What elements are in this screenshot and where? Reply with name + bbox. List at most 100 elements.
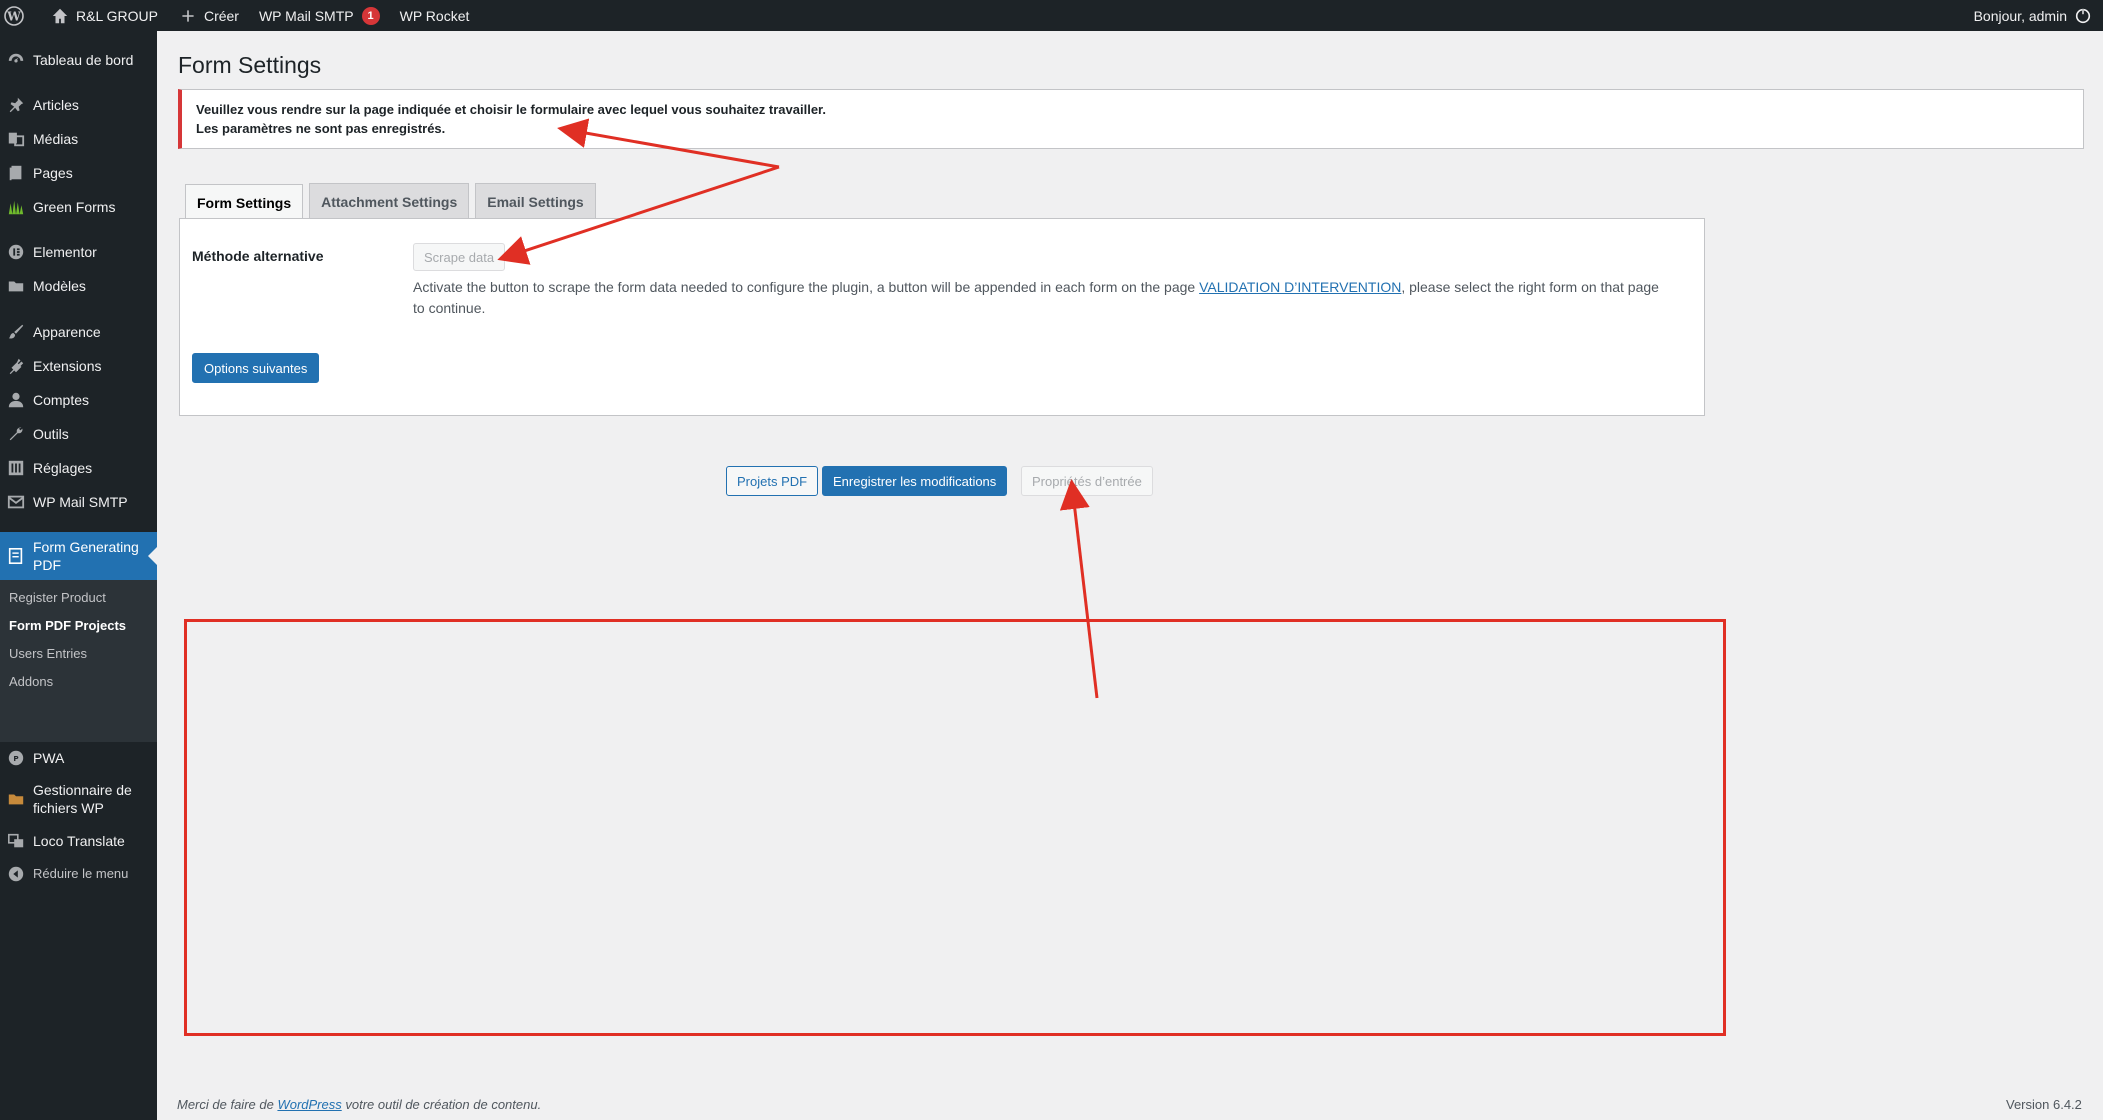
- menu-label: Outils: [33, 426, 69, 442]
- menu-item-elementor[interactable]: Elementor: [0, 237, 157, 267]
- wp-rocket-label: WP Rocket: [399, 7, 470, 24]
- menu-item-file-manager[interactable]: Gestionnaire de fichiers WP: [0, 779, 157, 819]
- footer-text-start: Merci de faire de: [177, 1097, 278, 1112]
- menu-item-medias[interactable]: Médias: [0, 124, 157, 154]
- file-manager-icon: [6, 789, 26, 809]
- notice-line-2: Les paramètres ne sont pas enregistrés.: [196, 121, 446, 136]
- submenu: Register Product Form PDF Projects Users…: [0, 580, 157, 742]
- plus-icon: [178, 6, 198, 26]
- menu-label: Réglages: [33, 460, 93, 476]
- menu-label: PWA: [33, 750, 65, 766]
- menu-item-modeles[interactable]: Modèles: [0, 271, 157, 301]
- greeting: Bonjour, admin: [1973, 7, 2067, 24]
- menu-item-form-generating-pdf[interactable]: Form Generating PDF: [0, 532, 157, 580]
- menu-label-line2: fichiers WP: [33, 800, 104, 816]
- menu-item-extensions[interactable]: Extensions: [0, 351, 157, 381]
- menu-label-line1: Gestionnaire de: [33, 782, 132, 798]
- menu-label: Apparence: [33, 324, 101, 340]
- menu-label-line2: PDF: [33, 557, 61, 573]
- home-icon: [50, 6, 70, 26]
- wp-logo-menu[interactable]: W: [0, 0, 40, 31]
- menu-item-pages[interactable]: Pages: [0, 158, 157, 188]
- wp-mail-smtp-menu[interactable]: WP Mail SMTP 1: [249, 0, 390, 31]
- form-icon: [6, 546, 26, 566]
- elementor-icon: [6, 242, 26, 262]
- submenu-addons[interactable]: Addons: [9, 674, 53, 689]
- admin-bar: W R&L GROUP Créer WP Mail SMTP 1 WP Rock…: [0, 0, 2103, 31]
- menu-item-reglages[interactable]: Réglages: [0, 453, 157, 483]
- scrape-data-button[interactable]: Scrape data: [413, 243, 506, 271]
- save-changes-button[interactable]: Enregistrer les modifications: [822, 466, 1008, 496]
- wp-rocket-menu[interactable]: WP Rocket: [390, 0, 480, 31]
- menu-label: Comptes: [33, 392, 90, 408]
- field-label: Méthode alternative: [192, 248, 324, 264]
- footer-thanks: Merci de faire de WordPress votre outil …: [177, 1097, 541, 1112]
- menu-label: Médias: [33, 131, 79, 147]
- settings-tabs: Form Settings Attachment Settings Email …: [185, 183, 602, 220]
- field-description: Activate the button to scrape the form d…: [413, 277, 1673, 319]
- notice-line-1: Veuillez vous rendre sur la page indiqué…: [196, 102, 827, 117]
- tab-form-settings[interactable]: Form Settings: [185, 184, 304, 220]
- translate-icon: [6, 831, 26, 851]
- menu-label: Tableau de bord: [33, 52, 134, 68]
- notification-badge: 1: [361, 6, 380, 25]
- grass-icon: [6, 197, 26, 217]
- error-notice: Veuillez vous rendre sur la page indiqué…: [178, 89, 2084, 149]
- next-options-button[interactable]: Options suivantes: [192, 353, 320, 383]
- menu-item-loco-translate[interactable]: Loco Translate: [0, 826, 157, 856]
- menu-item-apparence[interactable]: Apparence: [0, 317, 157, 347]
- menu-item-comptes[interactable]: Comptes: [0, 385, 157, 415]
- wp-mail-smtp-label: WP Mail SMTP: [258, 7, 354, 24]
- annotation-empty-area-box: [184, 619, 1726, 1036]
- menu-label: Réduire le menu: [33, 866, 129, 881]
- menu-label: Extensions: [33, 358, 102, 374]
- submenu-form-pdf-projects[interactable]: Form PDF Projects: [9, 618, 126, 633]
- menu-label: Gestionnaire de fichiers WP: [33, 781, 132, 817]
- tab-attachment-settings[interactable]: Attachment Settings: [309, 183, 470, 219]
- description-text-start: Activate the button to scrape the form d…: [413, 279, 1200, 295]
- folder-icon: [6, 276, 26, 296]
- svg-text:P: P: [13, 754, 18, 763]
- menu-item-outils[interactable]: Outils: [0, 419, 157, 449]
- menu-label: WP Mail SMTP: [33, 494, 128, 510]
- wordpress-link[interactable]: WordPress: [277, 1097, 341, 1112]
- menu-item-green-forms[interactable]: Green Forms: [0, 192, 157, 222]
- admin-sidebar: Tableau de bord Articles Médias Pages Gr…: [0, 31, 157, 1120]
- site-name-menu[interactable]: R&L GROUP: [40, 0, 168, 31]
- pwa-icon: P: [6, 748, 26, 768]
- pdf-projects-button[interactable]: Projets PDF: [726, 466, 819, 496]
- menu-label: Articles: [33, 97, 79, 113]
- menu-item-articles[interactable]: Articles: [0, 90, 157, 120]
- menu-label: Elementor: [33, 244, 97, 260]
- menu-item-pwa[interactable]: P PWA: [0, 743, 157, 773]
- menu-label: Pages: [33, 165, 73, 181]
- page-icon: [6, 163, 26, 183]
- media-icon: [6, 129, 26, 149]
- site-name: R&L GROUP: [76, 7, 158, 24]
- menu-label: Green Forms: [33, 199, 116, 215]
- page-title: Form Settings: [178, 52, 322, 78]
- footer-version: Version 6.4.2: [2006, 1097, 2082, 1112]
- avatar-icon: [2073, 6, 2093, 26]
- collapse-menu-button[interactable]: Réduire le menu: [0, 859, 157, 889]
- settings-icon: [6, 458, 26, 478]
- pin-icon: [6, 95, 26, 115]
- wordpress-logo-icon: W: [4, 5, 24, 26]
- mail-icon: [6, 492, 26, 512]
- new-content-menu[interactable]: Créer: [168, 0, 249, 31]
- settings-panel: Méthode alternative Scrape data Activate…: [179, 218, 1705, 416]
- entry-properties-button[interactable]: Propriétés d’entrée: [1021, 466, 1153, 496]
- menu-item-dashboard[interactable]: Tableau de bord: [0, 45, 157, 75]
- account-menu[interactable]: Bonjour, admin: [1964, 0, 2103, 31]
- collapse-icon: [6, 864, 26, 884]
- footer-text-end: votre outil de création de contenu.: [341, 1097, 542, 1112]
- submenu-users-entries[interactable]: Users Entries: [9, 646, 87, 661]
- menu-item-wp-mail-smtp[interactable]: WP Mail SMTP: [0, 487, 157, 517]
- wrench-icon: [6, 424, 26, 444]
- dashboard-icon: [6, 50, 26, 70]
- menu-label: Loco Translate: [33, 833, 125, 849]
- submenu-register-product[interactable]: Register Product: [9, 590, 106, 605]
- validation-page-link[interactable]: VALIDATION D’INTERVENTION: [1199, 279, 1401, 295]
- new-content-label: Créer: [203, 7, 239, 24]
- tab-email-settings[interactable]: Email Settings: [475, 183, 596, 219]
